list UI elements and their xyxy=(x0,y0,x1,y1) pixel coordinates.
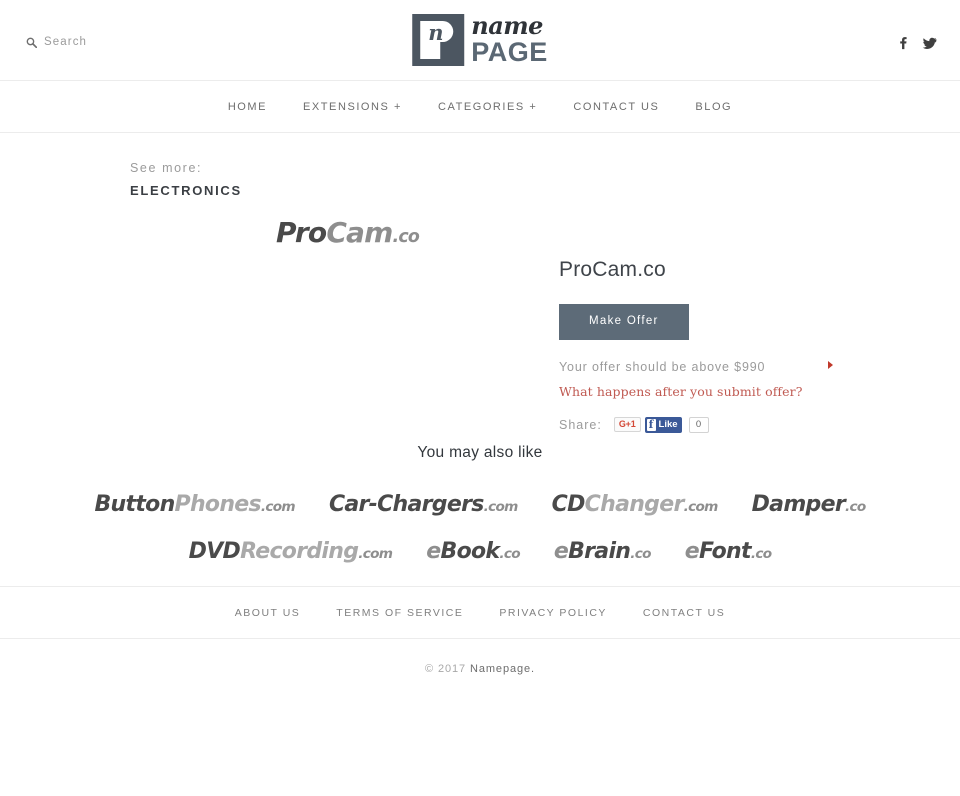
share-row: Share: G+1 f Like 0 xyxy=(559,416,899,433)
related-logo-ebook[interactable]: eBook.co xyxy=(426,539,520,564)
google-plus-one-button[interactable]: G+1 xyxy=(613,417,641,432)
search-trigger[interactable]: Search xyxy=(26,36,87,48)
facebook-like-count[interactable]: 0 xyxy=(688,416,709,433)
what-happens-link[interactable]: What happens after you submit offer? xyxy=(559,384,899,399)
facebook-f-icon: f xyxy=(646,418,656,431)
related-logo-part1: e xyxy=(553,539,569,564)
see-more-label: See more: xyxy=(130,161,203,175)
footer-link-about-us[interactable]: ABOUT US xyxy=(217,607,318,619)
site-header: Search n name PAGE xyxy=(0,0,960,81)
social-links xyxy=(896,36,937,50)
offer-info-arrow-icon[interactable] xyxy=(828,360,833,369)
nav-item-blog[interactable]: BLOG xyxy=(677,101,750,113)
related-logo-tld: .com xyxy=(483,499,519,515)
related-logo-part1: Button xyxy=(94,492,175,517)
footer-nav: ABOUT US TERMS OF SERVICE PRIVACY POLICY… xyxy=(0,586,960,639)
related-logo-tld: .com xyxy=(260,499,296,515)
page-title: ProCam.co xyxy=(559,258,666,281)
product-logo-tld: .co xyxy=(392,227,420,247)
footer-link-terms-of-service[interactable]: TERMS OF SERVICE xyxy=(318,607,481,619)
related-logo-part1: e xyxy=(426,539,441,564)
related-logo-efont[interactable]: eFont.co xyxy=(685,539,772,564)
facebook-like-button[interactable]: f Like xyxy=(644,416,682,433)
related-logo-tld: .co xyxy=(750,546,772,562)
related-logo-tld: .co xyxy=(630,546,651,562)
twitter-icon[interactable] xyxy=(922,36,937,50)
related-logo-part1: e xyxy=(684,539,700,564)
logo-page-text: PAGE xyxy=(471,37,548,67)
product-logo-image: ProCam.co xyxy=(276,216,420,249)
nav-item-contact-us[interactable]: CONTACT US xyxy=(555,101,677,113)
related-logo-dvdrecording[interactable]: DVDRecording.com xyxy=(189,539,393,564)
copyright: © 2017 Namepage. xyxy=(0,639,960,675)
related-logo-part2: Brain xyxy=(568,539,631,564)
related-logo-ebrain[interactable]: eBrain.co xyxy=(553,539,652,564)
related-section: You may also like ButtonPhones.com Car-C… xyxy=(0,440,960,564)
logo-mark-icon: n xyxy=(412,14,465,66)
related-logo-part2: Book xyxy=(440,539,501,564)
related-logo-cdchanger[interactable]: CDChanger.com xyxy=(551,492,719,517)
product-detail-panel: ProCam.co Make Offer Your offer should b… xyxy=(559,258,899,433)
related-logo-part2: Font xyxy=(699,539,752,564)
related-logo-tld: .co xyxy=(499,546,520,562)
related-logo-tld: .co xyxy=(844,499,866,515)
facebook-like-label: Like xyxy=(658,418,678,430)
offer-note-text: Your offer should be above $990 xyxy=(559,359,766,374)
related-logo-part1: DVD xyxy=(188,539,241,564)
related-logo-part2: Recording xyxy=(240,539,359,564)
logo-name-text: name xyxy=(471,11,543,40)
share-buttons: G+1 f Like 0 xyxy=(613,416,709,433)
footer-link-contact-us[interactable]: CONTACT US xyxy=(625,607,743,619)
related-logo-buttonphones[interactable]: ButtonPhones.com xyxy=(94,492,296,517)
related-row: DVDRecording.com eBook.co eBrain.co eFon… xyxy=(0,539,960,564)
product-section: ProCam.co ProCam.co Make Offer Your offe… xyxy=(0,200,960,440)
related-logo-part2: Chargers xyxy=(377,492,484,517)
facebook-icon[interactable] xyxy=(896,36,910,50)
see-more-category-link[interactable]: ELECTRONICS xyxy=(130,183,242,198)
make-offer-button[interactable]: Make Offer xyxy=(559,304,689,340)
related-logo-car-chargers[interactable]: Car-Chargers.com xyxy=(329,492,518,517)
offer-minimum-note: Your offer should be above $990 xyxy=(559,358,833,377)
product-logo-part2: Cam xyxy=(326,216,393,249)
related-logo-part1: CD xyxy=(551,492,586,517)
footer-link-privacy-policy[interactable]: PRIVACY POLICY xyxy=(481,607,625,619)
copyright-brand: Namepage. xyxy=(470,663,535,675)
related-logo-damper[interactable]: Damper.co xyxy=(751,492,867,517)
product-logo-part1: Pro xyxy=(276,216,327,249)
related-logo-part2: Changer xyxy=(584,492,685,517)
related-logo-part1: Damper xyxy=(751,492,846,517)
related-logo-part2: Phones xyxy=(174,492,262,517)
related-title: You may also like xyxy=(417,444,543,461)
nav-item-home[interactable]: HOME xyxy=(210,101,285,113)
related-row: ButtonPhones.com Car-Chargers.com CDChan… xyxy=(0,492,960,517)
site-logo[interactable]: n name PAGE xyxy=(412,14,548,66)
related-logo-part1: Car- xyxy=(328,492,378,517)
nav-item-extensions[interactable]: EXTENSIONS + xyxy=(285,101,420,113)
main-nav: HOME EXTENSIONS + CATEGORIES + CONTACT U… xyxy=(0,81,960,133)
share-label: Share: xyxy=(559,417,602,432)
see-more-block: See more: ELECTRONICS xyxy=(130,133,960,200)
search-icon xyxy=(26,37,37,48)
related-logo-tld: .com xyxy=(683,499,719,515)
search-label: Search xyxy=(44,36,88,48)
logo-mark-letter: n xyxy=(428,20,444,45)
nav-item-categories[interactable]: CATEGORIES + xyxy=(420,101,555,113)
copyright-prefix: © 2017 xyxy=(425,663,470,675)
related-logo-tld: .com xyxy=(358,546,393,562)
